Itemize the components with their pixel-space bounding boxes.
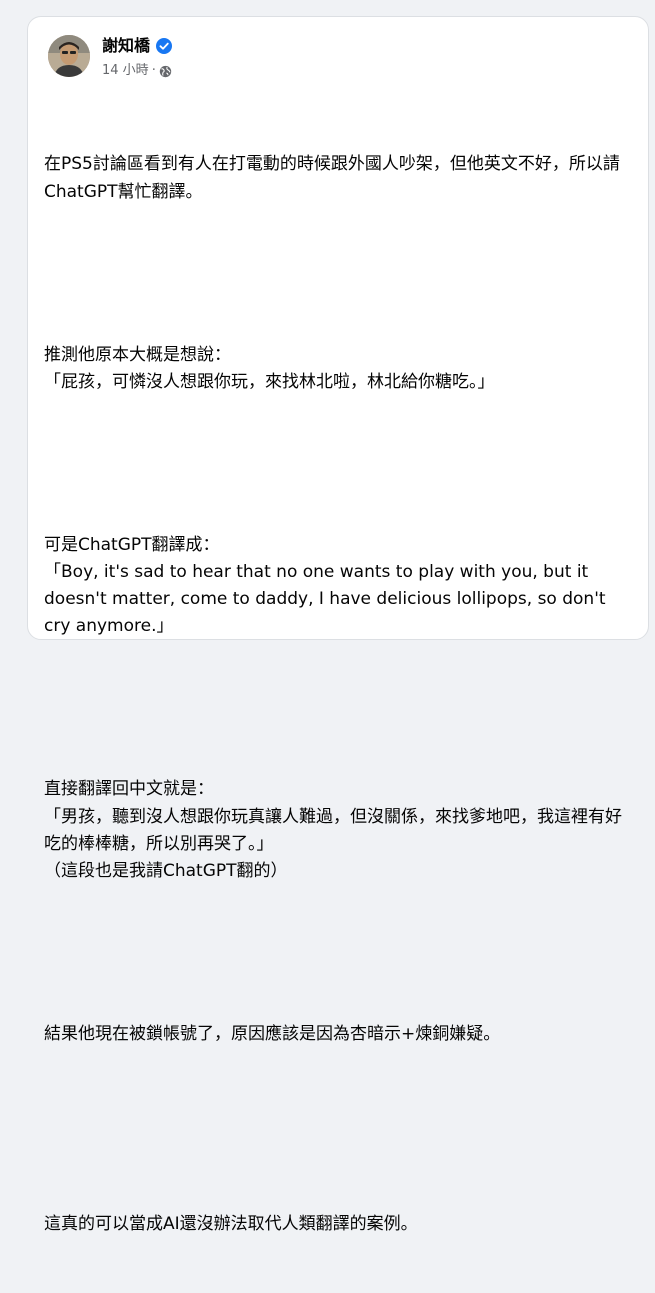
globe-icon[interactable] [159,65,172,78]
post-paragraph: 這真的可以當成AI還沒辦法取代人類翻譯的案例。 [44,1214,418,1235]
post-paragraph: 直接翻譯回中文就是： 「男孩，聽到沒人想跟你玩真讓人難過，但沒關係，來找爹地吧，… [44,779,622,882]
post-meta: 14 小時 · [102,62,172,80]
verified-badge-icon [156,38,173,54]
post-paragraph: 推測他原本大概是想說： 「屁孩，可憐沒人想跟你玩，來找林北啦，林北給你糖吃。」 [44,344,495,392]
post-body: 在PS5討論區看到有人在打電動的時候跟外國人吵架，但他英文不好，所以請ChatG… [44,97,634,1293]
post-card: 謝知橋 14 小時 · 在PS5討論區看到有人在打電動的時候跟外國人吵架，但他英… [27,16,649,1234]
author-name[interactable]: 謝知橋 [102,35,150,57]
post-paragraph: 在PS5討論區看到有人在打電動的時候跟外國人吵架，但他英文不好，所以請ChatG… [44,154,620,202]
post-paragraph: 結果他現在被鎖帳號了，原因應該是因為杏暗示+煉銅嫌疑。 [44,1024,501,1045]
feed-background: 謝知橋 14 小時 · 在PS5討論區看到有人在打電動的時候跟外國人吵架，但他英… [0,0,655,1234]
meta-separator: · [151,63,156,78]
post-paragraph: 可是ChatGPT翻譯成： 「Boy, it's sad to hear tha… [44,534,606,637]
post-timestamp[interactable]: 14 小時 [102,62,149,80]
avatar-photo [48,35,90,77]
author-row: 謝知橋 [102,35,173,57]
avatar[interactable] [48,35,90,77]
